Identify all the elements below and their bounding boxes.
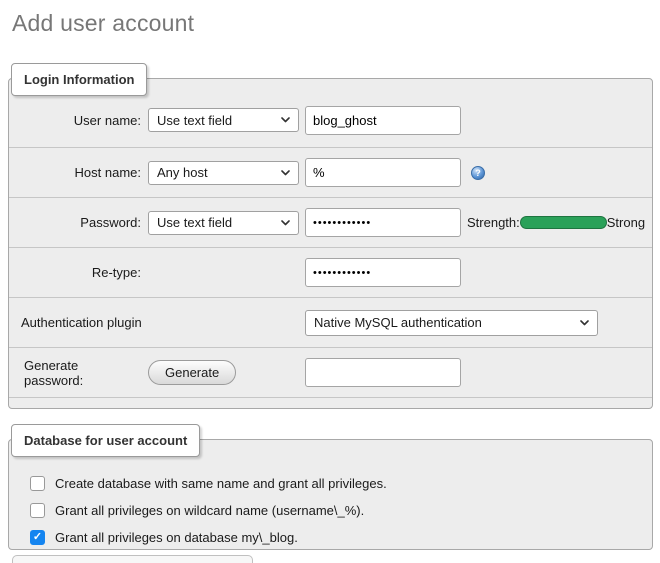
database-for-user-account-fieldset: Database for user account ✓ Create datab… — [8, 439, 653, 550]
wildcard-grant-checkbox[interactable]: ✓ — [30, 503, 45, 518]
grant-database-option[interactable]: ✓ Grant all privileges on database my\_b… — [9, 524, 652, 551]
help-glyph: ? — [475, 168, 481, 178]
create-database-label: Create database with same name and grant… — [55, 476, 387, 491]
generate-password-row: Generate password: Generate — [9, 348, 652, 398]
generate-password-label: Generate password: — [9, 358, 141, 388]
generate-button[interactable]: Generate — [148, 360, 236, 385]
next-section-legend-partial — [12, 555, 253, 563]
password-type-select-value: Use text field — [157, 215, 232, 230]
username-label: User name: — [9, 113, 141, 128]
auth-plugin-label: Authentication plugin — [9, 315, 142, 330]
page-title: Add user account — [12, 0, 660, 37]
retype-label: Re-type: — [9, 265, 141, 280]
username-input[interactable] — [305, 106, 461, 135]
password-input[interactable] — [305, 208, 461, 237]
hostname-row: Host name: Any host ? — [9, 148, 652, 198]
retype-row: Re-type: — [9, 248, 652, 298]
auth-plugin-select-value: Native MySQL authentication — [314, 315, 482, 330]
strength-label: Strength: — [467, 215, 520, 230]
hostname-input[interactable] — [305, 158, 461, 187]
chevron-down-icon — [281, 170, 290, 176]
chevron-down-icon — [580, 320, 589, 326]
generated-password-input[interactable] — [305, 358, 461, 387]
username-row: User name: Use text field — [9, 93, 652, 148]
retype-password-input[interactable] — [305, 258, 461, 287]
wildcard-grant-label: Grant all privileges on wildcard name (u… — [55, 503, 364, 518]
auth-plugin-select[interactable]: Native MySQL authentication — [305, 310, 598, 336]
hostname-type-select[interactable]: Any host — [148, 161, 299, 185]
database-for-user-account-legend: Database for user account — [11, 424, 200, 457]
password-strength: Strength: Strong — [467, 215, 645, 230]
username-type-select-value: Use text field — [157, 113, 232, 128]
password-label: Password: — [9, 215, 141, 230]
password-row: Password: Use text field Strength: Stron… — [9, 198, 652, 248]
grant-database-label: Grant all privileges on database my\_blo… — [55, 530, 298, 545]
strength-value: Strong — [607, 215, 645, 230]
wildcard-grant-option[interactable]: ✓ Grant all privileges on wildcard name … — [9, 497, 652, 524]
checkmark-icon: ✓ — [33, 532, 42, 543]
auth-plugin-row: Authentication plugin Native MySQL authe… — [9, 298, 652, 348]
create-database-option[interactable]: ✓ Create database with same name and gra… — [9, 470, 652, 497]
login-information-legend: Login Information — [11, 63, 147, 96]
password-type-select[interactable]: Use text field — [148, 211, 299, 235]
chevron-down-icon — [281, 117, 290, 123]
login-information-fieldset: Login Information User name: Use text fi… — [8, 78, 653, 409]
grant-database-checkbox[interactable]: ✓ — [30, 530, 45, 545]
help-icon[interactable]: ? — [471, 166, 485, 180]
hostname-type-select-value: Any host — [157, 165, 208, 180]
hostname-label: Host name: — [9, 165, 141, 180]
create-database-checkbox[interactable]: ✓ — [30, 476, 45, 491]
chevron-down-icon — [281, 220, 290, 226]
username-type-select[interactable]: Use text field — [148, 108, 299, 132]
password-strength-meter — [520, 216, 607, 229]
